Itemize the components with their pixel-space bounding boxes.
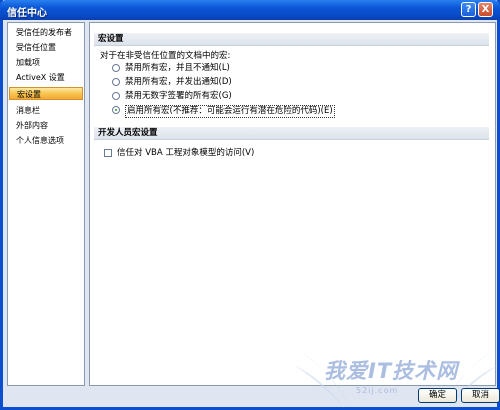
watermark-url: 52ij.com: [356, 386, 399, 395]
sidebar-item-macro-settings[interactable]: 宏设置: [9, 87, 83, 100]
sidebar-item-external-content[interactable]: 外部内容: [9, 119, 83, 132]
trust-center-window: 信任中心 ? X 受信任的发布者 受信任位置 加载项 ActiveX 设置 宏设…: [0, 0, 500, 410]
radio-label: 禁用无数字签署的所有宏(G): [125, 91, 232, 101]
sidebar-item-addins[interactable]: 加载项: [9, 56, 83, 69]
macro-description: 对于在非受信任位置的文档中的宏:: [100, 51, 231, 61]
close-icon[interactable]: X: [478, 2, 493, 17]
macro-settings-header: 宏设置: [94, 33, 489, 46]
vba-access-label: 信任对 VBA 工程对象模型的访问(V): [117, 148, 255, 158]
cancel-button[interactable]: 取消: [461, 388, 500, 403]
sidebar-nav: 受信任的发布者 受信任位置 加载项 ActiveX 设置 宏设置 消息栏 外部内…: [7, 22, 85, 386]
radio-button[interactable]: [112, 64, 120, 72]
help-icon[interactable]: ?: [461, 2, 476, 17]
sidebar-item-activex[interactable]: ActiveX 设置: [9, 71, 83, 84]
radio-label: 启用所有宏(不推荐：可能会运行有潜在危险的代码)(E): [125, 105, 335, 118]
radio-label: 禁用所有宏，并发出通知(D): [125, 77, 232, 87]
sidebar-item-trusted-publishers[interactable]: 受信任的发布者: [9, 26, 83, 39]
watermark-text: 我爱IT技术网: [324, 359, 459, 383]
title-bar: 信任中心 ? X: [0, 0, 500, 20]
sidebar-item-trusted-locations[interactable]: 受信任位置: [9, 41, 83, 54]
vba-access-checkbox[interactable]: [104, 149, 112, 157]
developer-settings-header: 开发人员宏设置: [94, 127, 489, 140]
radio-button[interactable]: [112, 78, 120, 86]
radio-button[interactable]: [112, 92, 120, 100]
window-title: 信任中心: [7, 8, 47, 19]
radio-button-selected[interactable]: [112, 106, 120, 114]
sidebar-item-privacy-options[interactable]: 个人信息选项: [9, 134, 83, 147]
radio-label: 禁用所有宏，并且不通知(L): [125, 63, 230, 73]
sidebar-item-message-bar[interactable]: 消息栏: [9, 104, 83, 117]
ok-button[interactable]: 确定: [418, 388, 457, 403]
